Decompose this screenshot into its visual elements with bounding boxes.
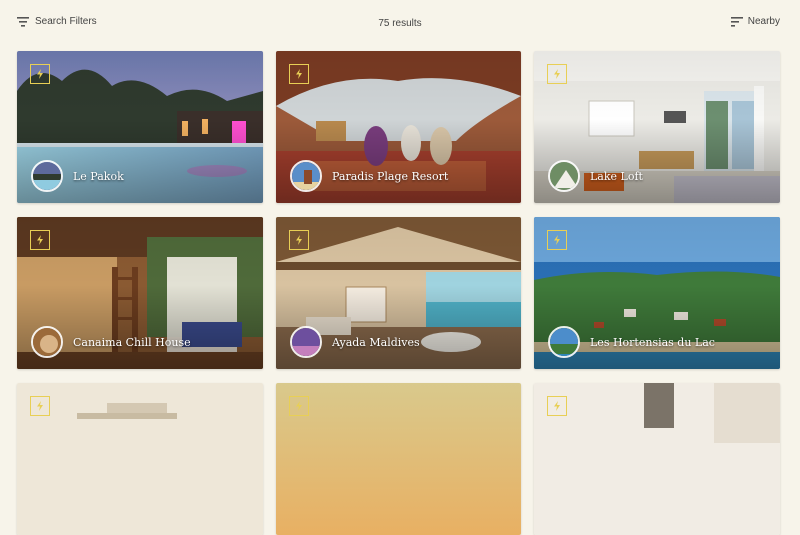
listing-photo <box>276 383 521 535</box>
listing-name: Ayada Maldives <box>332 336 420 349</box>
host-avatar <box>31 326 63 358</box>
listing-name: Paradis Plage Resort <box>332 170 449 183</box>
host-avatar <box>31 160 63 192</box>
lightning-bolt-icon <box>554 235 560 245</box>
instant-book-badge <box>289 64 309 84</box>
listing-card[interactable]: Canaima Chill House <box>17 217 263 369</box>
listing-photo <box>534 383 780 535</box>
instant-book-badge <box>30 64 50 84</box>
sort-label: Nearby <box>747 16 780 27</box>
listing-name: Les Hortensias du Lac <box>590 336 715 349</box>
instant-book-badge <box>30 230 50 250</box>
instant-book-badge <box>30 396 50 416</box>
listing-card[interactable]: Les Hortensias du Lac <box>534 217 780 369</box>
listing-card[interactable] <box>276 383 521 535</box>
instant-book-badge <box>547 64 567 84</box>
lightning-bolt-icon <box>37 69 43 79</box>
lightning-bolt-icon <box>296 401 302 411</box>
listing-card[interactable]: Lake Loft <box>534 51 780 203</box>
lightning-bolt-icon <box>37 235 43 245</box>
sort-lines-icon <box>730 16 743 27</box>
results-count: 75 results <box>378 18 422 29</box>
listing-name: Lake Loft <box>590 170 643 183</box>
host-avatar <box>290 326 322 358</box>
listing-card[interactable]: Paradis Plage Resort <box>276 51 521 203</box>
results-toolbar: Search Filters 75 results Nearby <box>0 0 800 48</box>
sort-nearby-button[interactable]: Nearby <box>730 16 780 27</box>
instant-book-badge <box>547 396 567 416</box>
listing-card[interactable] <box>534 383 780 535</box>
lightning-bolt-icon <box>37 401 43 411</box>
host-avatar <box>290 160 322 192</box>
lightning-bolt-icon <box>554 69 560 79</box>
instant-book-badge <box>547 230 567 250</box>
lightning-bolt-icon <box>296 69 302 79</box>
lightning-bolt-icon <box>296 235 302 245</box>
listing-card[interactable] <box>17 383 263 535</box>
host-avatar <box>548 160 580 192</box>
listing-name: Le Pakok <box>73 170 124 183</box>
listings-grid: Le Pakok Paradis Plage Resort Lake Loft … <box>17 51 780 535</box>
instant-book-badge <box>289 230 309 250</box>
instant-book-badge <box>289 396 309 416</box>
listing-name: Canaima Chill House <box>73 336 191 349</box>
lightning-bolt-icon <box>554 401 560 411</box>
host-avatar <box>548 326 580 358</box>
listing-card[interactable]: Ayada Maldives <box>276 217 521 369</box>
listing-photo <box>17 383 263 535</box>
listing-card[interactable]: Le Pakok <box>17 51 263 203</box>
